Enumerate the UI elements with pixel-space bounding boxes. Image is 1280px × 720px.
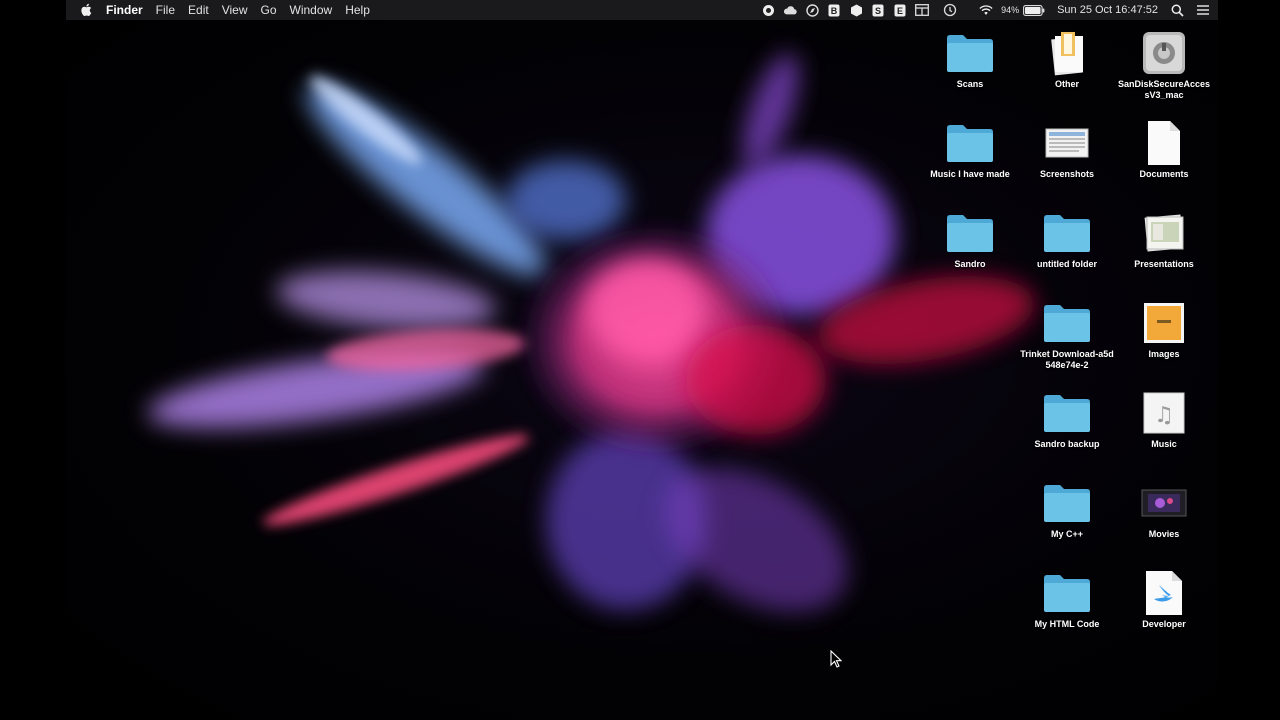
- apple-menu-icon[interactable]: [80, 3, 92, 17]
- cloud-icon[interactable]: [783, 3, 797, 17]
- screenshot-file-icon: [1042, 118, 1092, 168]
- compass-icon[interactable]: [805, 3, 819, 17]
- svg-text:B: B: [831, 6, 838, 16]
- hex-icon[interactable]: [849, 3, 863, 17]
- desktop-item-label: Sandro: [954, 259, 986, 269]
- desktop-item-presentations[interactable]: Presentations: [1117, 208, 1211, 270]
- menu-bar-left: Finder File Edit View Go Window Help: [80, 3, 383, 17]
- menu-bar-status-area: B S E 94% Sun 25 Oct 16:47:52: [753, 3, 1210, 17]
- desktop-item-untitled-folder[interactable]: untitled folder: [1020, 208, 1114, 270]
- battery-percent[interactable]: 94%: [1001, 5, 1019, 15]
- folder-icon: [1042, 208, 1092, 258]
- movie-file-icon: [1139, 478, 1189, 528]
- desktop-item-label: Music I have made: [930, 169, 1010, 179]
- window-icon[interactable]: [915, 3, 930, 17]
- desktop-item-label: Movies: [1148, 529, 1180, 539]
- desktop-item-label: Screenshots: [1039, 169, 1095, 179]
- folder-icon: [945, 208, 995, 258]
- blank-document-icon: [1139, 118, 1189, 168]
- desktop-item-label: Music: [1151, 439, 1177, 449]
- list-icon[interactable]: [1196, 3, 1210, 17]
- desktop-item-label: Other: [1054, 79, 1079, 89]
- folder-icon: [945, 28, 995, 78]
- presentation-file-icon: [1139, 208, 1189, 258]
- desktop-item-label: SanDiskSecureAccessV3_mac: [1117, 79, 1211, 100]
- menu-window[interactable]: Window: [290, 3, 333, 17]
- desktop-item-label: Images: [1148, 349, 1180, 359]
- svg-text:♫: ♫: [1154, 403, 1174, 428]
- desktop-item-sandisk[interactable]: SanDiskSecureAccessV3_mac: [1117, 28, 1211, 101]
- disk-image-icon: [1139, 28, 1189, 78]
- svg-text:E: E: [897, 6, 903, 16]
- svg-text:S: S: [875, 6, 881, 16]
- folder-icon: [945, 118, 995, 168]
- music-file-icon: ♫: [1139, 388, 1189, 438]
- menu-finder[interactable]: Finder: [106, 3, 143, 17]
- menu-edit[interactable]: Edit: [188, 3, 209, 17]
- desktop-item-other[interactable]: Other: [1020, 28, 1114, 90]
- time-machine-icon[interactable]: [943, 3, 957, 17]
- desktop-item-trinket-download[interactable]: Trinket Download-a5d548e74e-2: [1020, 298, 1114, 371]
- menu-file[interactable]: File: [156, 3, 175, 17]
- desktop-item-screenshots[interactable]: Screenshots: [1020, 118, 1114, 180]
- desktop-item-label: Scans: [956, 79, 984, 89]
- desktop-item-label: Documents: [1139, 169, 1189, 179]
- folder-icon: [1042, 568, 1092, 618]
- mouse-cursor-icon: [830, 650, 842, 668]
- s-app-icon[interactable]: S: [871, 3, 885, 17]
- desktop[interactable]: Finder File Edit View Go Window Help B S…: [66, 0, 1218, 720]
- swift-file-icon: [1139, 568, 1189, 618]
- desktop-item-label: Developer: [1142, 619, 1186, 629]
- menu-view[interactable]: View: [222, 3, 248, 17]
- desktop-item-label: Sandro backup: [1034, 439, 1100, 449]
- menu-help[interactable]: Help: [345, 3, 370, 17]
- desktop-item-sandro-backup[interactable]: Sandro backup: [1020, 388, 1114, 450]
- wifi-icon[interactable]: [979, 3, 993, 17]
- desktop-item-label: untitled folder: [1037, 259, 1097, 269]
- desktop-item-label: My C++: [1050, 529, 1083, 539]
- b-app-icon[interactable]: B: [827, 3, 841, 17]
- document-stack-icon: [1042, 28, 1092, 78]
- screen: Finder File Edit View Go Window Help B S…: [0, 0, 1280, 720]
- folder-icon: [1042, 478, 1092, 528]
- folder-icon: [1042, 298, 1092, 348]
- desktop-item-scans[interactable]: Scans: [923, 28, 1017, 90]
- desktop-item-movies[interactable]: Movies: [1117, 478, 1211, 540]
- menu-bar: Finder File Edit View Go Window Help B S…: [66, 0, 1218, 20]
- folder-icon: [1042, 388, 1092, 438]
- desktop-item-my-cpp[interactable]: My C++: [1020, 478, 1114, 540]
- search-icon[interactable]: [1170, 3, 1184, 17]
- image-file-icon: [1139, 298, 1189, 348]
- desktop-item-label: Presentations: [1134, 259, 1194, 269]
- record-icon[interactable]: [761, 3, 775, 17]
- desktop-item-label: Trinket Download-a5d548e74e-2: [1020, 349, 1114, 370]
- desktop-item-music[interactable]: ♫ Music: [1117, 388, 1211, 450]
- desktop-item-label: My HTML Code: [1034, 619, 1100, 629]
- desktop-item-images[interactable]: Images: [1117, 298, 1211, 360]
- desktop-item-sandro[interactable]: Sandro: [923, 208, 1017, 270]
- menu-go[interactable]: Go: [261, 3, 277, 17]
- e-app-icon[interactable]: E: [893, 3, 907, 17]
- desktop-item-developer[interactable]: Developer: [1117, 568, 1211, 630]
- desktop-item-documents[interactable]: Documents: [1117, 118, 1211, 180]
- clock[interactable]: Sun 25 Oct 16:47:52: [1057, 4, 1158, 16]
- battery-icon[interactable]: [1023, 3, 1045, 17]
- desktop-item-music-i-have-made[interactable]: Music I have made: [923, 118, 1017, 180]
- desktop-item-my-html-code[interactable]: My HTML Code: [1020, 568, 1114, 630]
